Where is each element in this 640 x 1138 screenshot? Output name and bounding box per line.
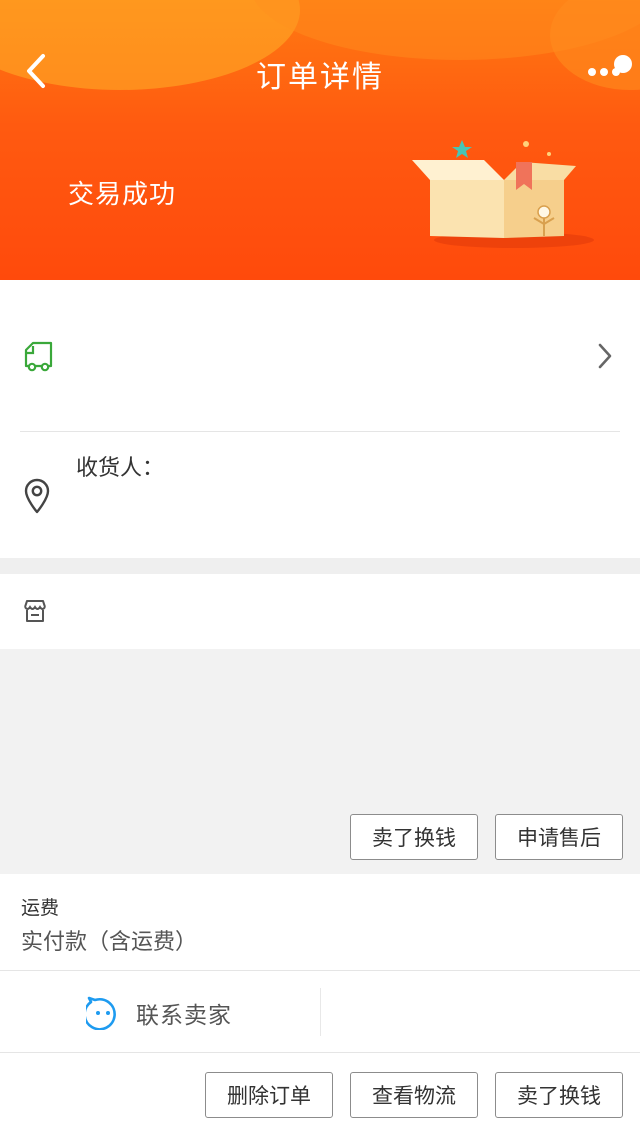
more-dots-icon: [600, 68, 608, 76]
section-gap: [0, 558, 640, 574]
delete-order-button[interactable]: 删除订单: [205, 1072, 333, 1118]
shop-icon: [24, 600, 46, 622]
truck-icon: [24, 341, 53, 372]
receiver-label: 收货人：: [76, 456, 165, 481]
sell-for-cash-button[interactable]: 卖了换钱: [350, 814, 478, 860]
package-box-illustration: [412, 140, 594, 248]
shop-row[interactable]: [0, 574, 640, 649]
paid-amount-label: 实付款（含运费）: [21, 930, 198, 955]
more-dots-icon: [588, 68, 596, 76]
contact-seller-label: 联系卖家: [136, 1003, 232, 1029]
order-status-text: 交易成功: [68, 180, 177, 210]
more-dots-icon: [614, 55, 632, 73]
vertical-separator: [320, 988, 321, 1036]
logistics-info-row[interactable]: [0, 280, 640, 433]
freight-label: 运费: [21, 897, 60, 919]
contact-seller-button[interactable]: 联系卖家: [86, 992, 232, 1034]
chevron-right-icon: [598, 343, 612, 369]
location-pin-icon: [24, 478, 50, 514]
apply-after-sale-button[interactable]: 申请售后: [495, 814, 623, 860]
order-status-header: 订单详情 交易成功: [0, 0, 640, 280]
sell-for-cash-button[interactable]: 卖了换钱: [495, 1072, 623, 1118]
page-title: 订单详情: [256, 60, 384, 95]
view-logistics-button[interactable]: 查看物流: [350, 1072, 478, 1118]
chat-bubble-icon: [86, 996, 116, 1030]
order-detail-page: 订单详情 交易成功 收货人： 卖了换钱 申请售后 运费 实付款（含运费） 联系卖…: [0, 0, 640, 1138]
more-button[interactable]: [582, 54, 634, 90]
